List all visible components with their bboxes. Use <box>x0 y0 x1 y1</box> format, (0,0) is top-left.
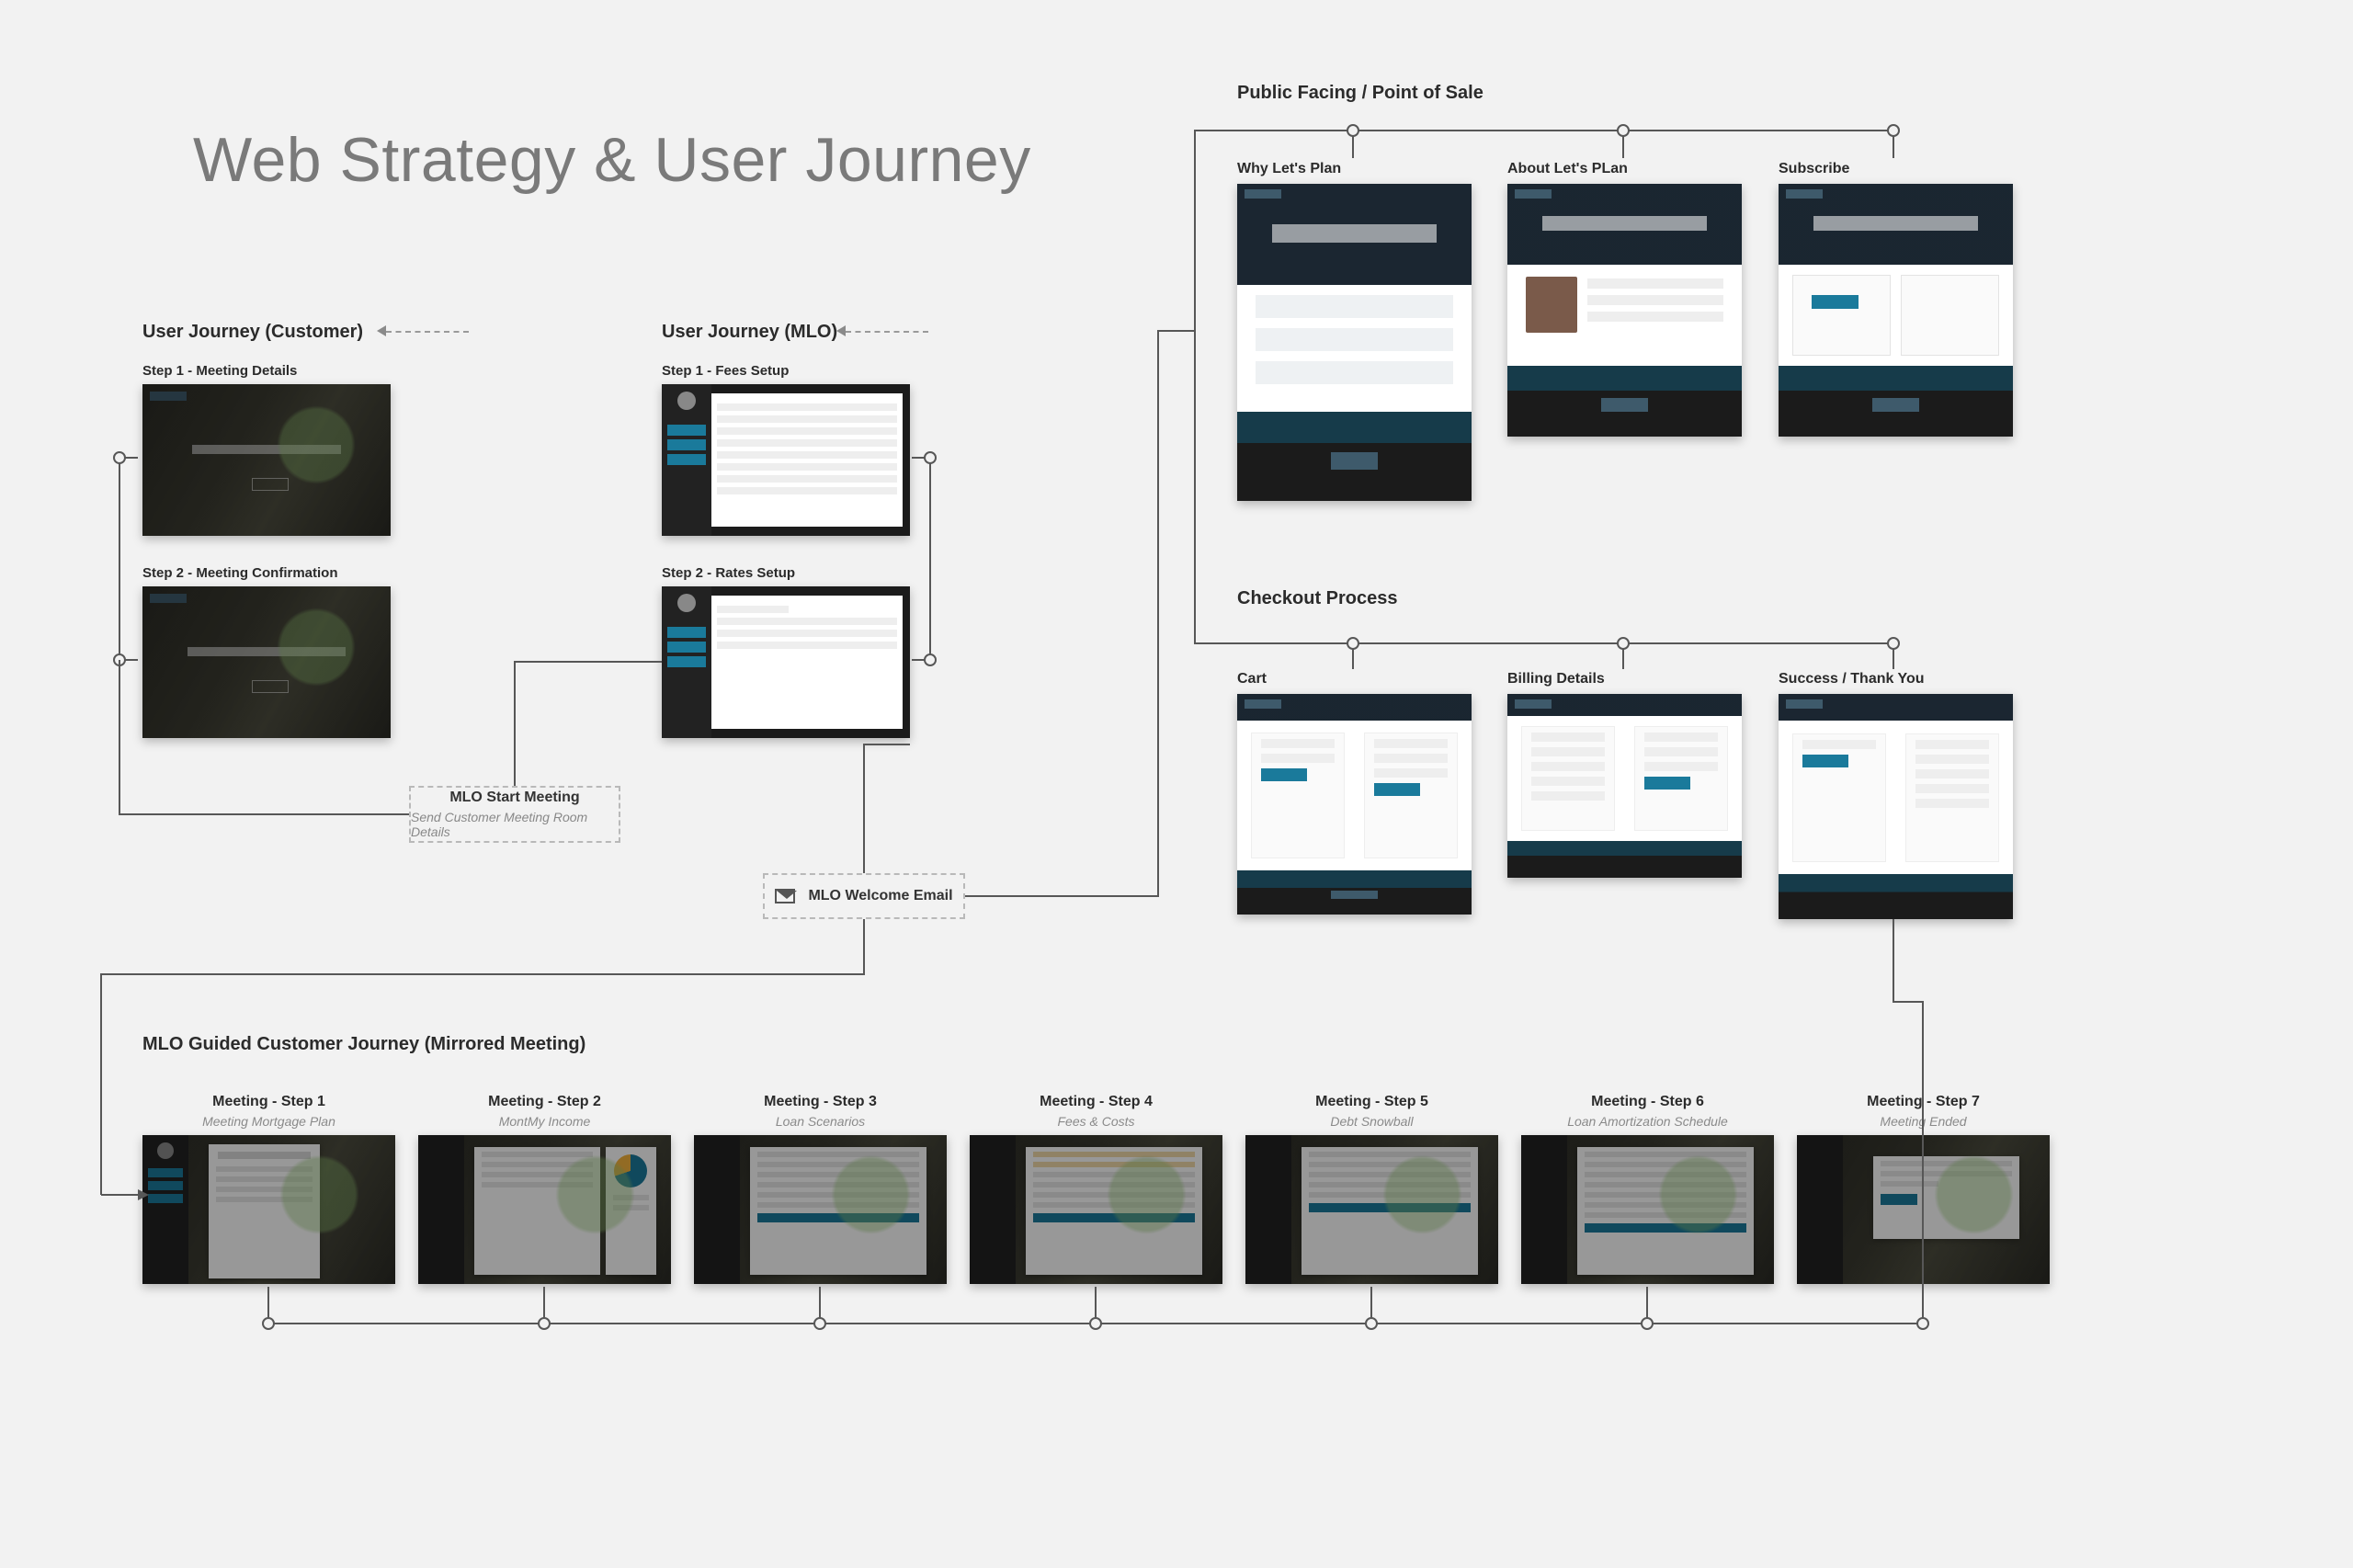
guided-step-3-title: Meeting - Step 3 <box>694 1094 947 1110</box>
section-checkout: Checkout Process <box>1237 588 1398 609</box>
step-label-customer-1: Step 1 - Meeting Details <box>142 363 297 379</box>
guided-step-6-sub: Loan Amortization Schedule <box>1521 1114 1774 1129</box>
step-label-customer-2: Step 2 - Meeting Confirmation <box>142 565 338 581</box>
arrow-head <box>377 325 386 336</box>
guided-step-7-title: Meeting - Step 7 <box>1797 1094 2050 1110</box>
arrow-head <box>836 325 846 336</box>
section-public-facing: Public Facing / Point of Sale <box>1237 83 1483 104</box>
thumb-mlo-step1 <box>662 384 910 536</box>
thumb-guided-2 <box>418 1135 671 1284</box>
page-title: Web Strategy & User Journey <box>193 124 1031 196</box>
thumb-guided-1 <box>142 1135 395 1284</box>
section-guided: MLO Guided Customer Journey (Mirrored Me… <box>142 1034 585 1055</box>
thumb-public-about <box>1507 184 1742 437</box>
label-public-1: Why Let's Plan <box>1237 161 1341 177</box>
thumb-checkout-billing <box>1507 694 1742 878</box>
thumb-mlo-step2 <box>662 586 910 738</box>
connector-dash-customer <box>386 331 469 333</box>
action-sub: Send Customer Meeting Room Details <box>411 810 619 839</box>
thumb-checkout-success <box>1779 694 2013 919</box>
guided-step-6-title: Meeting - Step 6 <box>1521 1094 1774 1110</box>
thumb-guided-7 <box>1797 1135 2050 1284</box>
action-mlo-welcome-email: MLO Welcome Email <box>763 873 965 919</box>
thumb-guided-6 <box>1521 1135 1774 1284</box>
guided-step-3-sub: Loan Scenarios <box>694 1114 947 1129</box>
step-label-mlo-1: Step 1 - Fees Setup <box>662 363 789 379</box>
label-public-3: Subscribe <box>1779 161 1849 177</box>
label-checkout-3: Success / Thank You <box>1779 671 1925 687</box>
connector-dash-mlo <box>846 331 928 333</box>
thumb-customer-step1 <box>142 384 391 536</box>
guided-step-2-title: Meeting - Step 2 <box>418 1094 671 1110</box>
action-title: MLO Start Meeting <box>449 790 579 806</box>
label-checkout-1: Cart <box>1237 671 1267 687</box>
thumb-guided-3 <box>694 1135 947 1284</box>
diagram-canvas: Web Strategy & User Journey User Journey… <box>0 0 2353 1568</box>
guided-step-2-sub: MontMy Income <box>418 1114 671 1129</box>
label-checkout-2: Billing Details <box>1507 671 1605 687</box>
guided-step-1-title: Meeting - Step 1 <box>142 1094 395 1110</box>
section-customer-journey: User Journey (Customer) <box>142 322 363 343</box>
guided-step-5-title: Meeting - Step 5 <box>1245 1094 1498 1110</box>
guided-step-5-sub: Debt Snowball <box>1245 1114 1498 1129</box>
thumb-checkout-cart <box>1237 694 1472 915</box>
section-mlo-journey: User Journey (MLO) <box>662 322 837 343</box>
label-public-2: About Let's PLan <box>1507 161 1628 177</box>
guided-step-7-sub: Meeting Ended <box>1797 1114 2050 1129</box>
action-title: MLO Welcome Email <box>808 888 952 904</box>
thumb-guided-4 <box>970 1135 1222 1284</box>
guided-step-4-sub: Fees & Costs <box>970 1114 1222 1129</box>
thumb-public-subscribe <box>1779 184 2013 437</box>
action-mlo-start-meeting: MLO Start Meeting Send Customer Meeting … <box>409 786 620 843</box>
guided-step-1-sub: Meeting Mortgage Plan <box>142 1114 395 1129</box>
guided-step-4-title: Meeting - Step 4 <box>970 1094 1222 1110</box>
step-label-mlo-2: Step 2 - Rates Setup <box>662 565 795 581</box>
mail-icon <box>775 889 795 903</box>
thumb-public-why <box>1237 184 1472 501</box>
thumb-customer-step2 <box>142 586 391 738</box>
thumb-guided-5 <box>1245 1135 1498 1284</box>
